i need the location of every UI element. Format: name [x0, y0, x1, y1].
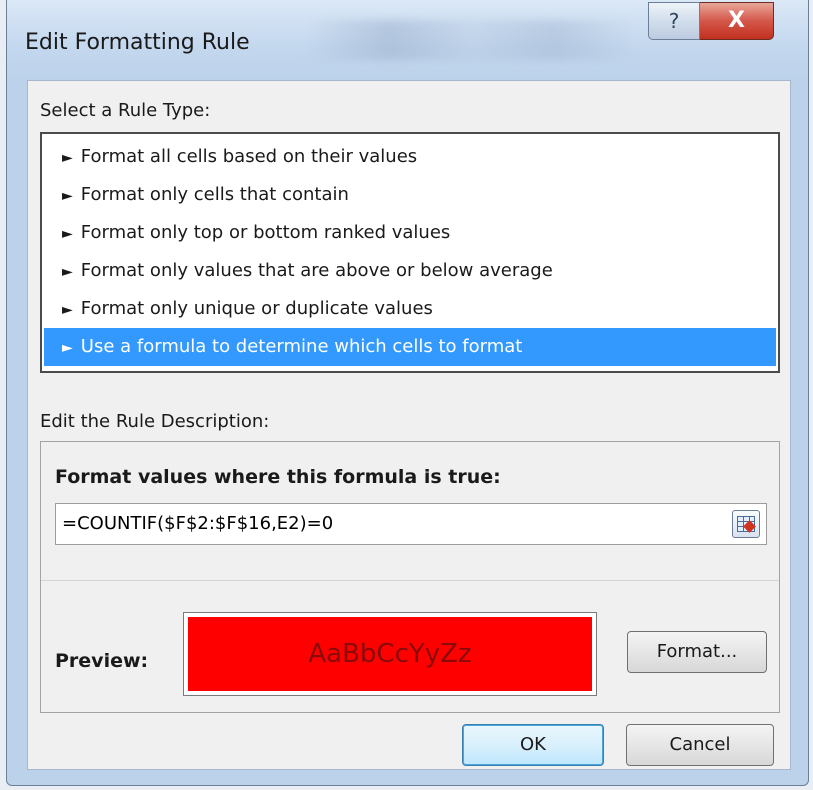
close-button[interactable]: X	[700, 2, 774, 40]
rule-type-item[interactable]: ► Format only top or bottom ranked values	[44, 214, 776, 252]
formula-input[interactable]: =COUNTIF($F$2:$F$16,E2)=0	[55, 503, 767, 545]
help-button[interactable]: ?	[648, 2, 700, 40]
divider	[41, 580, 779, 581]
rule-type-item-label: Format only values that are above or bel…	[80, 260, 553, 281]
ok-button-label: OK	[520, 734, 546, 755]
rule-type-item-label: Format only unique or duplicate values	[80, 298, 433, 319]
rule-type-item-label: Format only top or bottom ranked values	[80, 222, 451, 243]
dialog-title: Edit Formatting Rule	[25, 30, 250, 55]
rule-type-item[interactable]: ► Format only cells that contain	[44, 176, 776, 214]
ok-button[interactable]: OK	[462, 724, 604, 766]
rule-type-label-text: Select a Rule Type:	[40, 100, 211, 121]
bullet-triangle-icon: ►	[62, 150, 73, 166]
rule-description-label-text: Edit the Rule Description:	[40, 411, 270, 432]
rule-type-item[interactable]: ► Format all cells based on their values	[44, 138, 776, 176]
format-button[interactable]: Format...	[627, 631, 767, 673]
formula-heading: Format values where this formula is true…	[55, 466, 501, 488]
preview-swatch: AaBbCcYyZz	[188, 617, 592, 691]
rule-description-label: Edit the Rule Description:	[40, 411, 269, 432]
rule-type-list[interactable]: ► Format all cells based on their values …	[40, 132, 780, 373]
help-icon: ?	[668, 9, 680, 33]
background-toolbar-blur	[307, 20, 637, 60]
close-icon: X	[728, 8, 745, 33]
rule-type-item-label: Format only cells that contain	[80, 184, 349, 205]
rule-type-item[interactable]: ► Format only unique or duplicate values	[44, 290, 776, 328]
bullet-triangle-icon: ►	[62, 302, 73, 318]
range-select-button[interactable]	[732, 510, 760, 538]
rule-description-group: Format values where this formula is true…	[40, 441, 780, 713]
dialog-body: Select a Rule Type: ► Format all cells ba…	[27, 80, 791, 770]
cancel-button[interactable]: Cancel	[626, 724, 774, 766]
preview-sample-text: AaBbCcYyZz	[308, 639, 472, 669]
preview-label: Preview:	[55, 650, 149, 672]
bullet-triangle-icon: ►	[62, 340, 73, 356]
cancel-button-label: Cancel	[669, 734, 731, 755]
bullet-triangle-icon: ►	[62, 226, 73, 242]
rule-type-item-label: Format all cells based on their values	[80, 146, 418, 167]
bullet-triangle-icon: ►	[62, 188, 73, 204]
edit-formatting-rule-dialog: Edit Formatting Rule ? X Select a Rule T…	[6, 0, 809, 786]
rule-type-item-selected[interactable]: ► Use a formula to determine which cells …	[44, 328, 776, 366]
rule-type-label: Select a Rule Type:	[40, 100, 210, 121]
format-button-label: Format...	[656, 641, 738, 662]
rule-type-item-label: Use a formula to determine which cells t…	[80, 336, 523, 357]
bullet-triangle-icon: ►	[62, 264, 73, 280]
title-bar[interactable]: Edit Formatting Rule ? X	[7, 0, 808, 80]
preview-box: AaBbCcYyZz	[183, 612, 597, 696]
formula-value: =COUNTIF($F$2:$F$16,E2)=0	[62, 513, 334, 534]
rule-type-item[interactable]: ► Format only values that are above or be…	[44, 252, 776, 290]
